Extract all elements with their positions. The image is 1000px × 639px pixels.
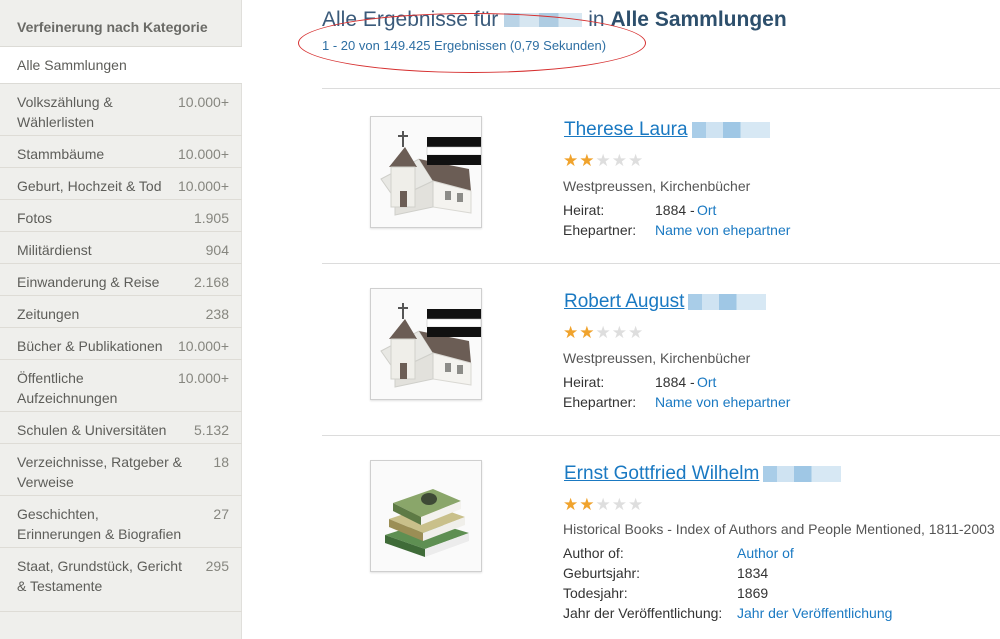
sidebar-item-fotos[interactable]: Fotos 1.905	[0, 200, 242, 232]
sidebar-item-label: Einwanderung & Reise	[17, 274, 160, 290]
field-label: Heirat:	[563, 374, 605, 390]
sidebar-item-label: Geschichten, Erinnerungen & Biografien	[17, 506, 182, 542]
sidebar-item-count: 10.000+	[178, 370, 229, 386]
sidebar-item-count: 1.905	[193, 210, 229, 226]
sidebar-item-volkszaehlung[interactable]: Volkszählung & Wählerlisten 10.000+	[0, 84, 242, 136]
field-link-ehepartner[interactable]: Name von ehepartner	[655, 222, 790, 238]
field-value: 1884 -	[655, 202, 695, 218]
sidebar-item-oeffentliche-aufzeichnungen[interactable]: Öffentliche Aufzeichnungen 10.000+	[0, 360, 242, 412]
sidebar-item-label: Verzeichnisse, Ratgeber & Verweise	[17, 454, 182, 490]
title-prefix: Alle Ergebnisse für	[322, 8, 499, 31]
title-mid: in	[588, 8, 605, 31]
result-name-link[interactable]: Ernst Gottfried Wilhelm	[564, 463, 842, 485]
redacted-search-term	[504, 13, 583, 28]
sidebar-item-alle-sammlungen[interactable]: Alle Sammlungen	[0, 46, 242, 84]
church-record-thumbnail[interactable]	[370, 116, 482, 228]
redacted-surname	[691, 121, 770, 138]
field-link-author-of[interactable]: Author of	[737, 545, 794, 561]
sidebar-item-einwanderung[interactable]: Einwanderung & Reise 2.168	[0, 264, 242, 296]
field-link-ort[interactable]: Ort	[697, 374, 716, 390]
rating-stars: ★★★★★	[563, 495, 645, 514]
sidebar-item-verzeichnisse[interactable]: Verzeichnisse, Ratgeber & Verweise 18	[0, 444, 242, 496]
sidebar-item-label: Geburt, Hochzeit & Tod	[17, 178, 162, 194]
field-label: Heirat:	[563, 202, 605, 218]
sidebar-item-count: 10.000+	[178, 94, 229, 110]
sidebar-item-buecher[interactable]: Bücher & Publikationen 10.000+	[0, 328, 242, 360]
result-name-link[interactable]: Robert August	[564, 291, 767, 313]
sidebar-item-staat-grundstueck[interactable]: Staat, Grundstück, Gericht & Testamente …	[0, 548, 242, 612]
books-record-thumbnail[interactable]	[370, 460, 482, 572]
sidebar-item-label: Volkszählung & Wählerlisten	[17, 94, 113, 130]
divider	[322, 263, 1000, 264]
sidebar-item-count: 238	[205, 306, 229, 322]
field-label: Jahr der Veröffentlichung:	[563, 605, 723, 621]
results-count: 1 - 20 von 149.425 Ergebnissen (0,79 Sek…	[322, 38, 607, 53]
result-name-link[interactable]: Therese Laura	[564, 119, 770, 141]
sidebar-item-label: Bücher & Publikationen	[17, 338, 163, 354]
field-value: 1884 -	[655, 374, 695, 390]
sidebar-item-count: 27	[213, 506, 229, 522]
rating-stars: ★★★★★	[563, 323, 645, 342]
church-record-thumbnail[interactable]	[370, 288, 482, 400]
field-value: 1869	[737, 585, 769, 601]
results-title: Alle Ergebnisse für in Alle Sammlungen	[322, 8, 787, 32]
sidebar-item-militaerdienst[interactable]: Militärdienst 904	[0, 232, 242, 264]
result-source: Westpreussen, Kirchenbücher	[563, 178, 751, 194]
sidebar-item-count: 10.000+	[178, 146, 229, 162]
result-source: Historical Books - Index of Authors and …	[563, 521, 995, 537]
sidebar-item-geschichten[interactable]: Geschichten, Erinnerungen & Biografien 2…	[0, 496, 242, 548]
field-label: Ehepartner:	[563, 222, 637, 238]
sidebar-item-count: 10.000+	[178, 338, 229, 354]
title-collection: Alle Sammlungen	[610, 8, 787, 31]
sidebar-item-label: Stammbäume	[17, 146, 105, 162]
field-link-ort[interactable]: Ort	[697, 202, 716, 218]
sidebar-item-label: Staat, Grundstück, Gericht & Testamente	[17, 558, 182, 594]
sidebar-item-label: Fotos	[17, 210, 53, 226]
sidebar-item-label: Schulen & Universitäten	[17, 422, 167, 438]
redacted-surname	[688, 293, 767, 310]
category-sidebar: Verfeinerung nach Kategorie Alle Sammlun…	[0, 0, 242, 639]
sidebar-item-count: 18	[213, 454, 229, 470]
field-label: Author of:	[563, 545, 624, 561]
sidebar-item-schulen[interactable]: Schulen & Universitäten 5.132	[0, 412, 242, 444]
sidebar-header: Verfeinerung nach Kategorie	[17, 19, 208, 35]
field-label: Geburtsjahr:	[563, 565, 641, 581]
sidebar-item-count: 295	[205, 558, 229, 574]
books-icon	[385, 489, 469, 557]
field-link-ehepartner[interactable]: Name von ehepartner	[655, 394, 790, 410]
church-icon	[380, 303, 482, 388]
sidebar-item-count: 10.000+	[178, 178, 229, 194]
sidebar-item-count: 2.168	[193, 274, 229, 290]
rating-stars: ★★★★★	[563, 151, 645, 170]
redacted-surname	[763, 465, 842, 482]
sidebar-item-stammbaeume[interactable]: Stammbäume 10.000+	[0, 136, 242, 168]
sidebar-item-geburt-hochzeit-tod[interactable]: Geburt, Hochzeit & Tod 10.000+	[0, 168, 242, 200]
divider	[322, 88, 1000, 89]
sidebar-item-label: Öffentliche Aufzeichnungen	[17, 370, 118, 406]
field-value: 1834	[737, 565, 769, 581]
sidebar-item-label: Militärdienst	[17, 242, 92, 258]
church-icon	[380, 131, 482, 216]
sidebar-item-count: 904	[205, 242, 229, 258]
sidebar-item-label: Zeitungen	[17, 306, 80, 322]
field-link-jahr[interactable]: Jahr der Veröffentlichung	[737, 605, 892, 621]
field-label: Ehepartner:	[563, 394, 637, 410]
sidebar-item-zeitungen[interactable]: Zeitungen 238	[0, 296, 242, 328]
field-label: Todesjahr:	[563, 585, 628, 601]
result-source: Westpreussen, Kirchenbücher	[563, 350, 751, 366]
sidebar-item-count: 5.132	[193, 422, 229, 438]
divider	[322, 435, 1000, 436]
